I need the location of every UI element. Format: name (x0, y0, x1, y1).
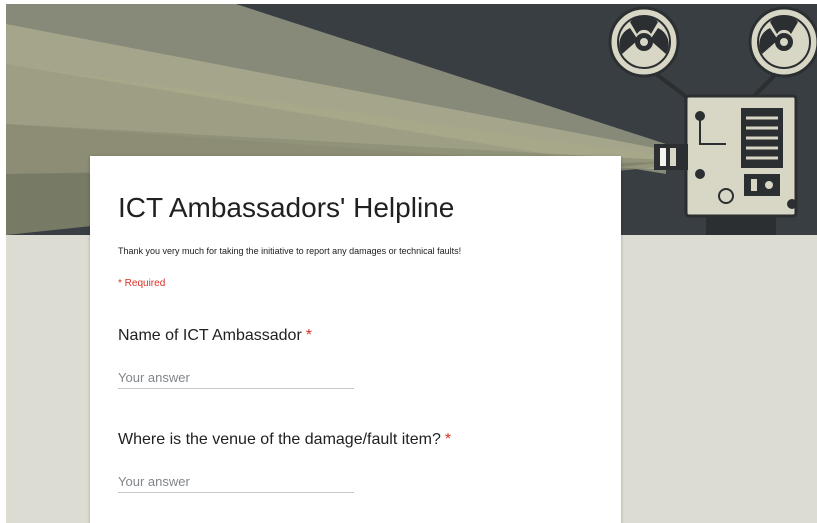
venue-input[interactable] (118, 474, 354, 493)
form-title: ICT Ambassadors' Helpline (118, 192, 455, 223)
form-card: ICT Ambassadors' Helpline Thank you very… (90, 156, 621, 523)
required-asterisk: * (305, 327, 313, 344)
required-note: * Required (118, 278, 166, 289)
question-label: Name of ICT Ambassador (118, 327, 302, 344)
form-page: ICT Ambassadors' Helpline Thank you very… (6, 4, 817, 523)
question-title: Where is the venue of the damage/fault i… (118, 430, 598, 450)
question-venue: Where is the venue of the damage/fault i… (118, 430, 598, 493)
question-title: Name of ICT Ambassador * (118, 326, 598, 346)
ambassador-name-input[interactable] (118, 370, 354, 389)
required-asterisk: * (444, 431, 452, 448)
question-ambassador-name: Name of ICT Ambassador * (118, 326, 598, 389)
question-label: Where is the venue of the damage/fault i… (118, 431, 441, 448)
form-description: Thank you very much for taking the initi… (118, 246, 462, 256)
